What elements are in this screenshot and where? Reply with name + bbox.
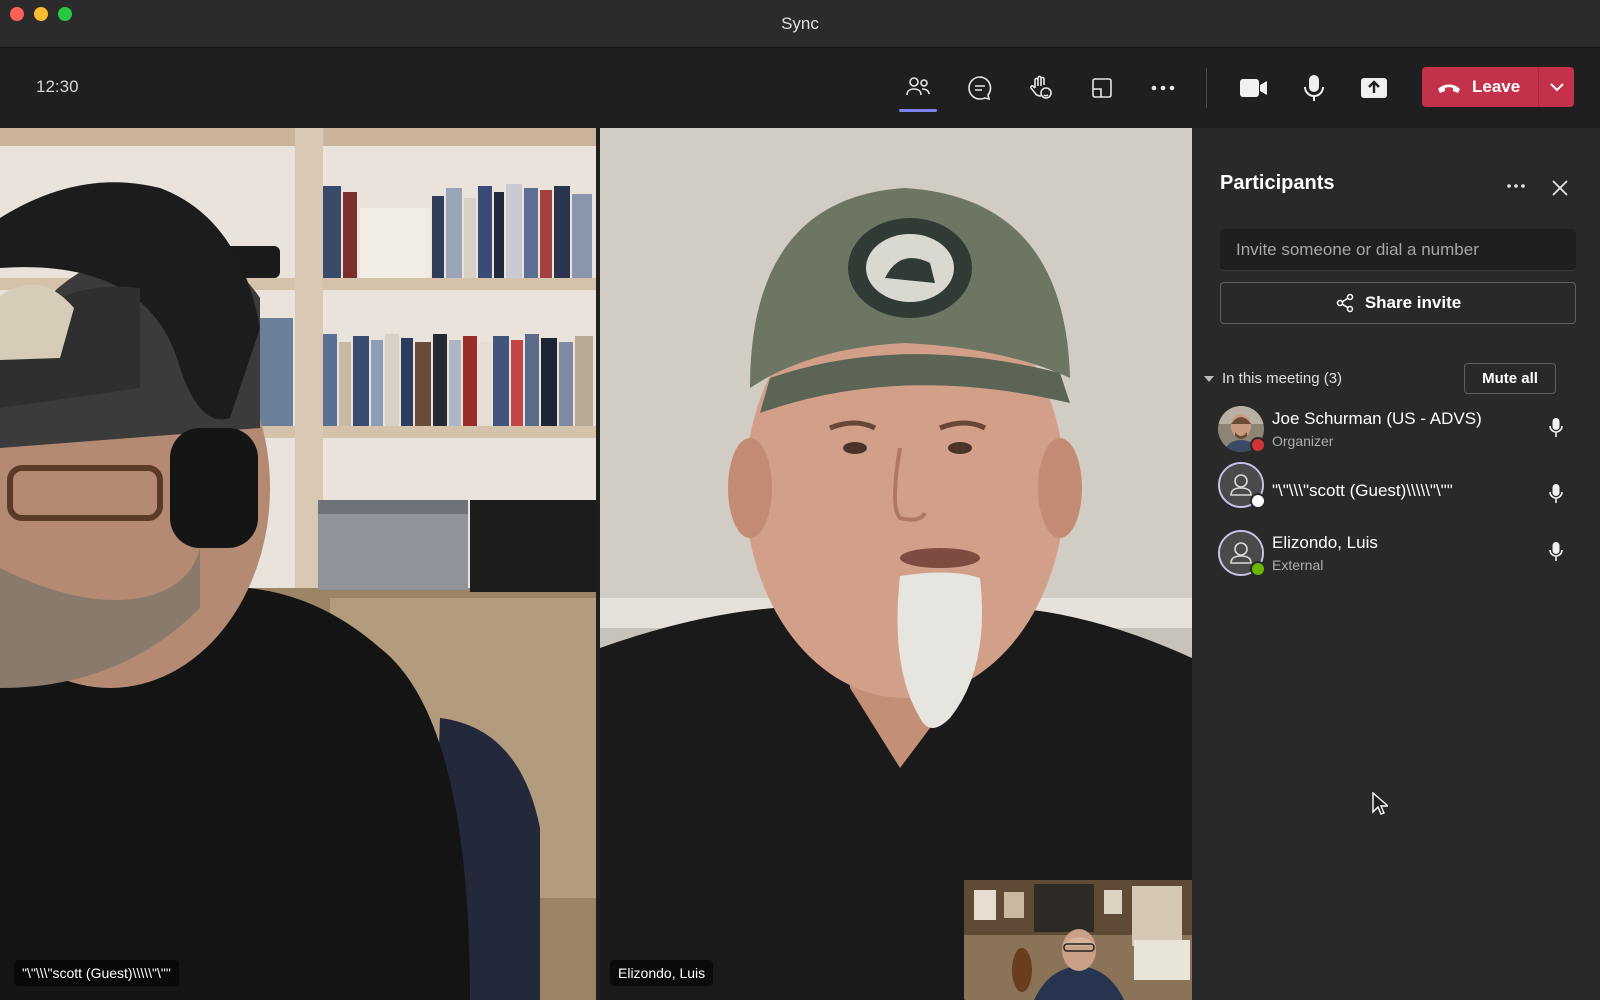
zoom-window-button[interactable]	[58, 7, 72, 21]
active-tab-indicator	[899, 109, 937, 112]
close-window-button[interactable]	[10, 7, 24, 21]
show-participants-button[interactable]	[896, 66, 940, 112]
chat-icon	[968, 76, 992, 101]
video-feed-elizondo	[600, 128, 1192, 1000]
mic-icon	[1549, 484, 1563, 503]
participant-row[interactable]: Joe Schurman (US - ADVS) Organizer	[1192, 398, 1600, 458]
panel-close-button[interactable]	[1544, 172, 1576, 204]
leave-label: Leave	[1472, 77, 1521, 96]
status-badge	[1250, 561, 1266, 577]
participant-role: Organizer	[1272, 433, 1334, 449]
hang-up-icon	[1438, 84, 1460, 93]
share-invite-label: Share invite	[1364, 293, 1462, 312]
self-view-feed	[964, 880, 1194, 1000]
minimize-window-button[interactable]	[34, 7, 48, 21]
invite-input[interactable]	[1220, 229, 1576, 271]
camera-icon	[1240, 79, 1267, 97]
caret-down-icon	[1204, 375, 1214, 382]
window-titlebar: Sync	[0, 0, 1600, 48]
participant-name: "\"\\\"scott (Guest)\\\\\"\""	[1272, 481, 1453, 500]
mute-all-button[interactable]: Mute all	[1464, 363, 1556, 394]
reactions-icon	[1030, 75, 1052, 99]
video-name-tag: Elizondo, Luis	[610, 960, 714, 986]
mic-toggle-button[interactable]	[1292, 66, 1336, 110]
share-invite-button[interactable]: Share invite	[1220, 282, 1576, 324]
toolbar-divider	[1206, 68, 1207, 108]
share-screen-button[interactable]	[1352, 66, 1396, 110]
participant-mic-button[interactable]	[1544, 416, 1568, 440]
in-meeting-section-toggle[interactable]: In this meeting (3)	[1204, 370, 1342, 387]
panel-more-options-button[interactable]	[1500, 172, 1532, 200]
more-actions-button[interactable]	[1141, 66, 1185, 110]
leave-options-button[interactable]	[1539, 67, 1574, 107]
video-tile-scott[interactable]: "\"\\\"scott (Guest)\\\\\"\""	[0, 128, 596, 1000]
participant-role: External	[1272, 557, 1324, 573]
participant-row[interactable]: "\"\\\"scott (Guest)\\\\\"\""	[1192, 458, 1600, 518]
meeting-toolbar: 12:30 Leave	[0, 48, 1600, 128]
camera-toggle-button[interactable]	[1232, 66, 1276, 110]
share-icon	[1336, 293, 1354, 313]
window-title: Sync	[781, 13, 819, 33]
window-controls	[10, 7, 72, 21]
participant-name: Elizondo, Luis	[1272, 533, 1378, 552]
meeting-timer: 12:30	[36, 77, 79, 96]
leave-meeting-button[interactable]: Leave	[1422, 67, 1574, 107]
participant-mic-button[interactable]	[1544, 540, 1568, 564]
more-icon	[1151, 85, 1175, 91]
leave-button-main[interactable]: Leave	[1422, 67, 1538, 107]
change-view-button[interactable]	[1080, 66, 1124, 110]
view-icon	[1092, 78, 1112, 98]
more-icon	[1507, 184, 1525, 188]
participant-mic-button[interactable]	[1544, 482, 1568, 506]
video-tile-elizondo[interactable]: Elizondo, Luis	[600, 128, 1192, 1000]
mic-icon	[1304, 75, 1324, 101]
show-chat-button[interactable]	[958, 66, 1002, 110]
avatar	[1218, 462, 1266, 509]
status-badge	[1250, 493, 1266, 509]
video-feed-scott	[0, 128, 596, 1000]
mic-icon	[1549, 542, 1563, 561]
share-screen-icon	[1361, 78, 1387, 98]
status-badge	[1250, 437, 1266, 453]
people-icon	[906, 77, 930, 96]
close-icon	[1552, 180, 1568, 196]
avatar	[1218, 406, 1266, 453]
participants-panel: Participants Share invite In this meetin…	[1192, 128, 1600, 1000]
participant-name: Joe Schurman (US - ADVS)	[1272, 409, 1482, 428]
participant-row[interactable]: Elizondo, Luis External	[1192, 522, 1600, 582]
in-meeting-label: In this meeting (3)	[1222, 370, 1343, 387]
mic-icon	[1549, 418, 1563, 437]
panel-title: Participants	[1220, 172, 1335, 194]
avatar	[1218, 530, 1266, 577]
reactions-button[interactable]	[1019, 66, 1063, 110]
chevron-down-icon	[1549, 83, 1564, 92]
mouse-pointer-icon	[1372, 792, 1388, 815]
self-view-tile[interactable]	[964, 880, 1194, 1000]
video-name-tag: "\"\\\"scott (Guest)\\\\\"\""	[14, 960, 179, 986]
